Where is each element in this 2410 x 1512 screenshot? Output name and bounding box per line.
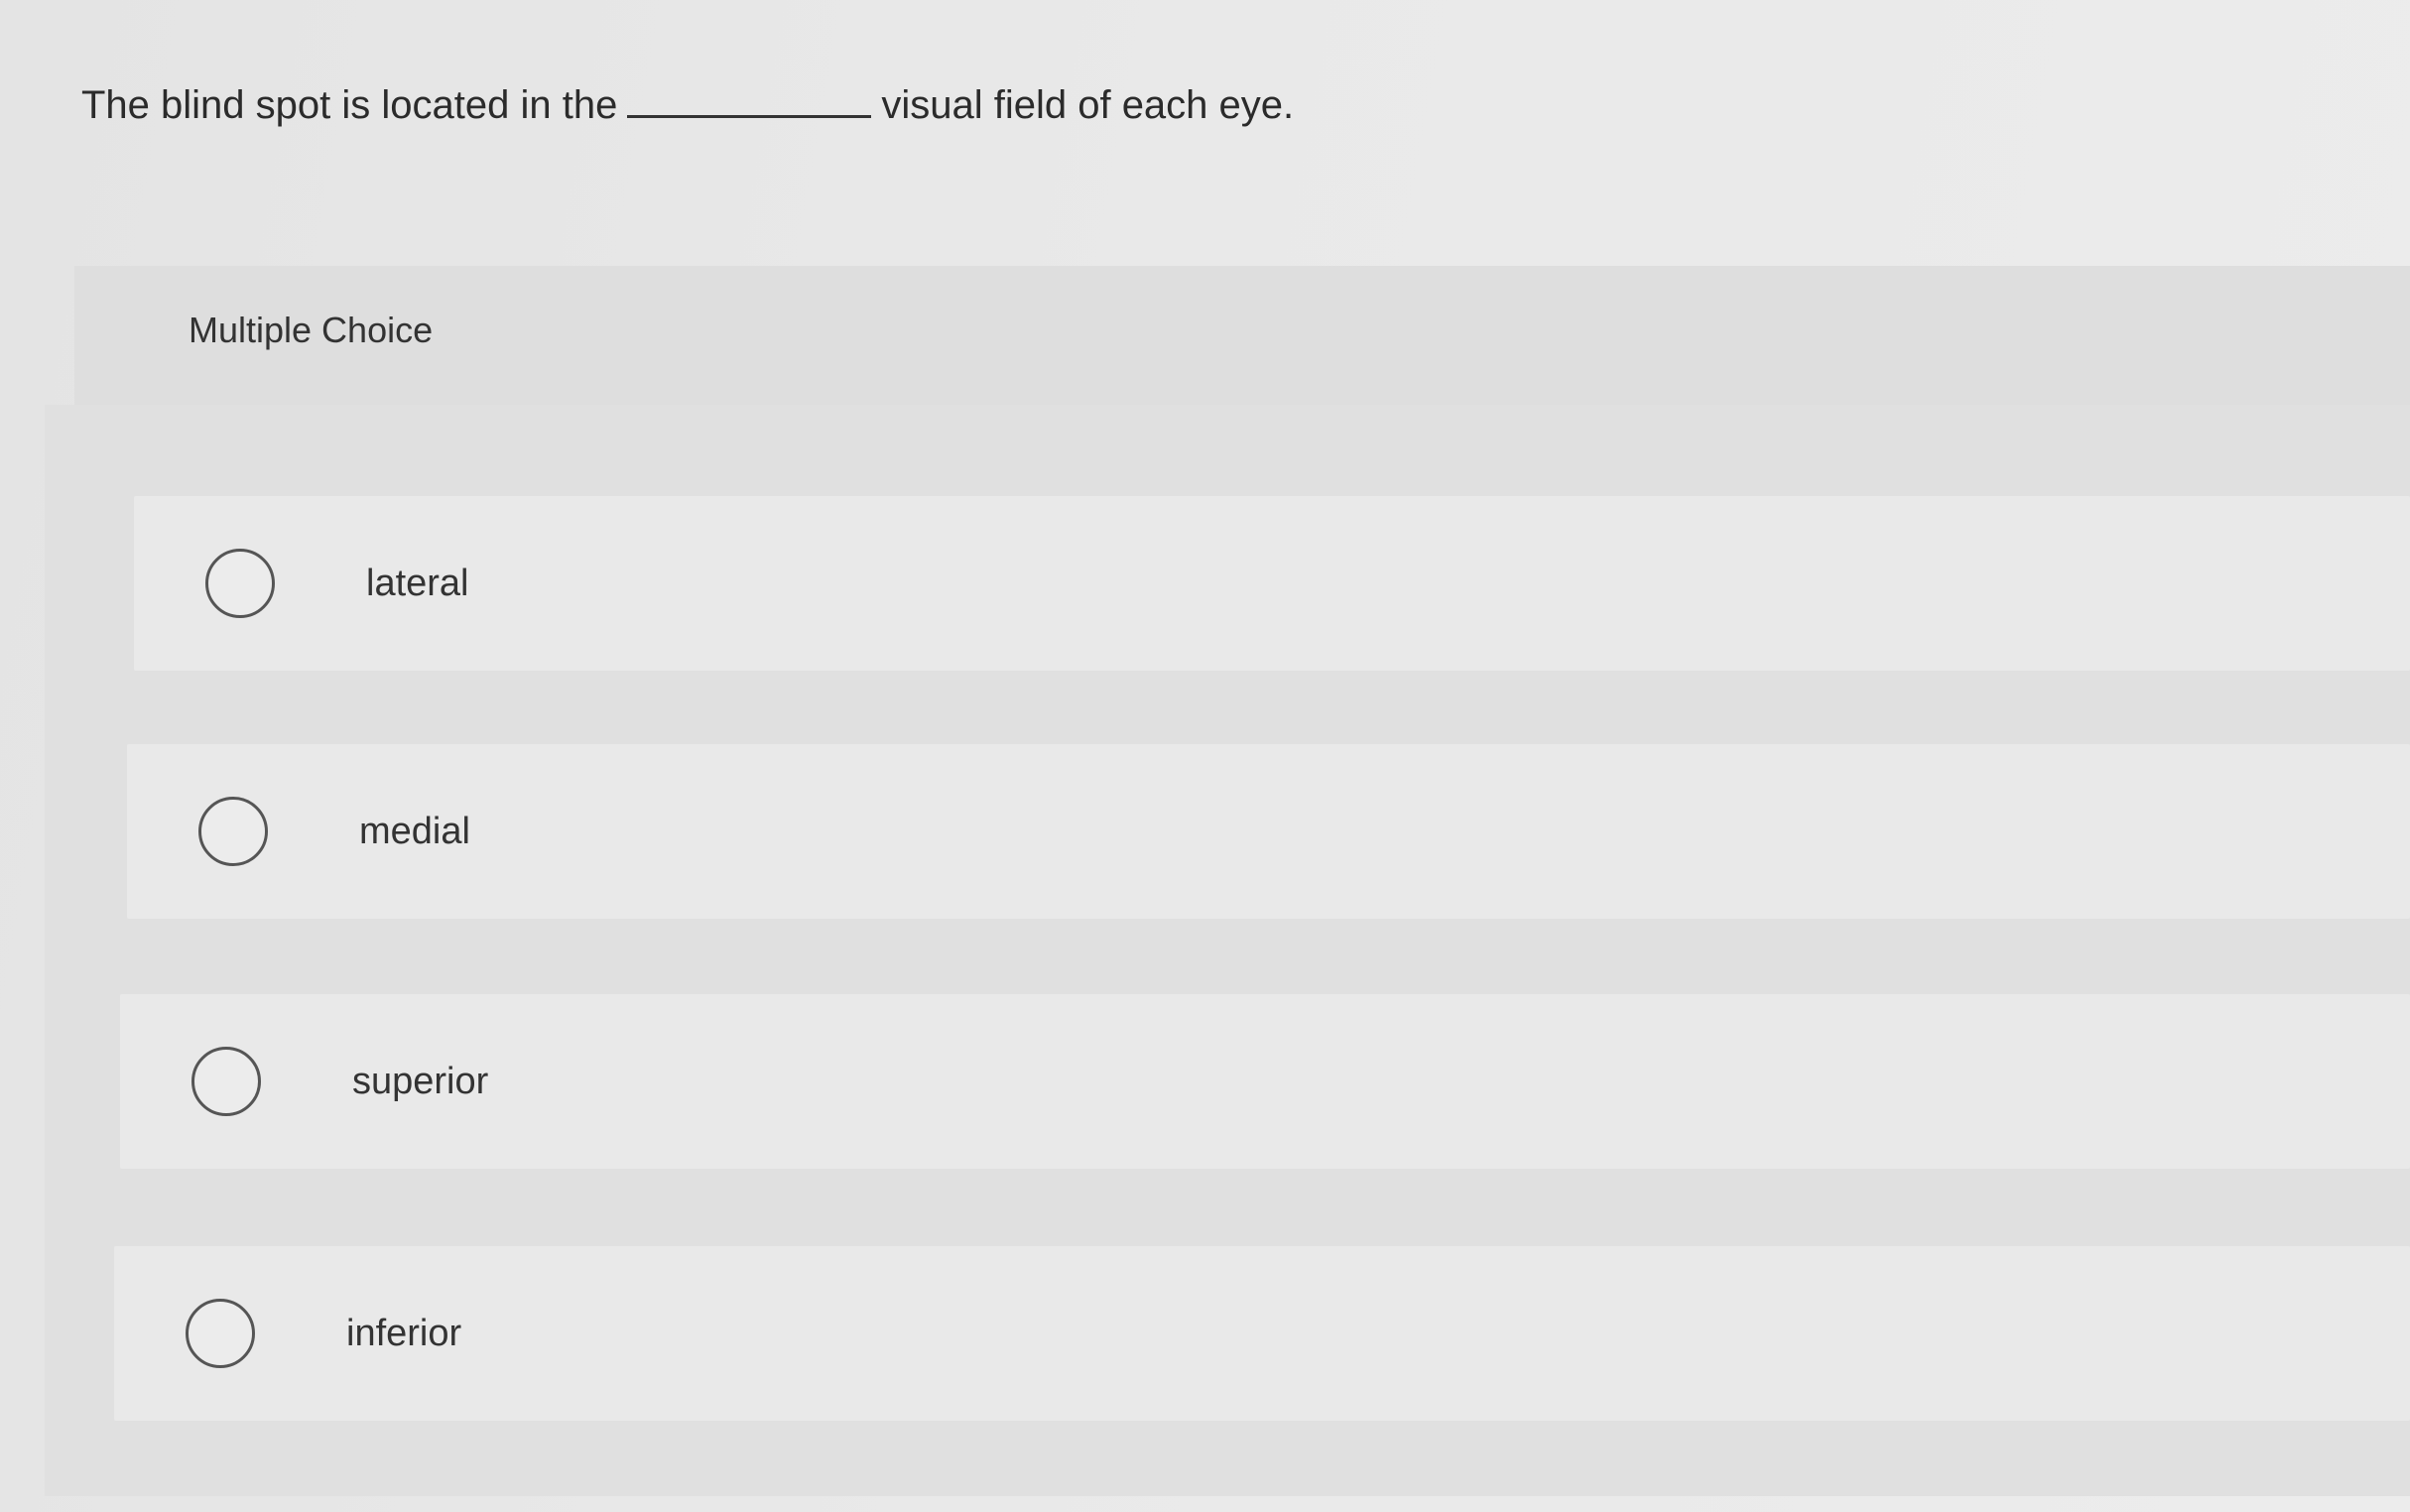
option-label: inferior — [346, 1313, 462, 1354]
option-medial[interactable]: medial — [127, 744, 2410, 919]
question-text-before: The blind spot is located in the — [81, 83, 618, 127]
option-label: superior — [352, 1061, 489, 1102]
option-label: medial — [359, 811, 470, 852]
multiple-choice-label: Multiple Choice — [189, 310, 434, 350]
question-text: The blind spot is located in the visual f… — [81, 71, 1294, 136]
question-text-after: visual field of each eye. — [881, 83, 1295, 127]
radio-button-icon[interactable] — [186, 1299, 255, 1368]
radio-button-icon[interactable] — [205, 549, 275, 618]
option-superior[interactable]: superior — [120, 994, 2410, 1169]
option-inferior[interactable]: inferior — [114, 1246, 2410, 1421]
multiple-choice-header: Multiple Choice — [74, 266, 2410, 405]
radio-button-icon[interactable] — [191, 1047, 261, 1116]
quiz-page: The blind spot is located in the visual f… — [0, 0, 2410, 1512]
answer-blank — [627, 71, 872, 118]
option-lateral[interactable]: lateral — [134, 496, 2410, 671]
radio-button-icon[interactable] — [198, 797, 268, 866]
option-label: lateral — [366, 563, 469, 604]
